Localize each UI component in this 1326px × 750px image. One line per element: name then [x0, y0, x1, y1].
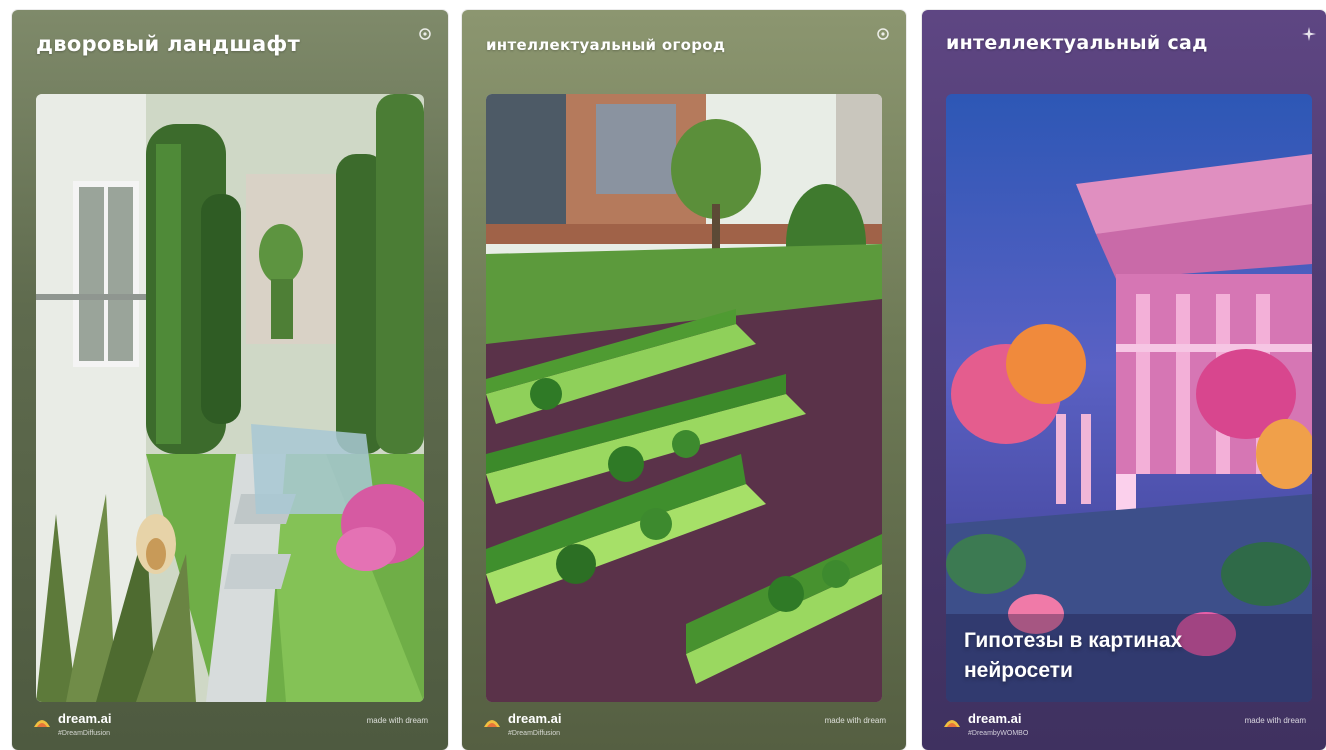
- overlay-caption: Гипотезы в картинах нейросети: [964, 626, 1182, 686]
- sparkle-icon: [1302, 26, 1316, 41]
- dream-logo-icon: [32, 714, 52, 728]
- generated-image-backyard[interactable]: [36, 94, 424, 702]
- sparkle-icon: [876, 26, 890, 40]
- card-title: интеллектуальный огород: [486, 36, 726, 54]
- card-smart-garden[interactable]: интеллектуальный сад Гипотезы в картинах…: [922, 10, 1326, 750]
- generated-image-vegetable-garden[interactable]: [486, 94, 882, 702]
- card-title: дворовый ландшафт: [36, 32, 301, 56]
- card-smart-vegetable-garden[interactable]: интеллектуальный огород dream.ai #DreamD…: [462, 10, 906, 750]
- dream-logo-icon: [482, 714, 502, 728]
- card-title: интеллектуальный сад: [946, 32, 1208, 54]
- card-footer: dream.ai #DreamDiffusion made with dream: [32, 710, 428, 744]
- made-with-label: made with dream: [1244, 716, 1306, 725]
- dream-logo-icon: [942, 714, 962, 728]
- caption-line-1: Гипотезы в картинах: [964, 629, 1183, 652]
- brand-hashtag: #DreamDiffusion: [58, 730, 111, 737]
- brand-name: dream.ai: [968, 711, 1022, 726]
- card-backyard-landscape[interactable]: дворовый ландшафт dream.ai #DreamDiffusi…: [12, 10, 448, 750]
- generated-image-fantasy-garden[interactable]: Гипотезы в картинах нейросети: [946, 94, 1312, 702]
- made-with-label: made with dream: [366, 716, 428, 725]
- caption-line-2: нейросети: [964, 659, 1073, 682]
- brand-hashtag: #DreambyWOMBO: [968, 730, 1029, 737]
- card-footer: dream.ai #DreambyWOMBO made with dream: [942, 710, 1306, 744]
- brand-hashtag: #DreamDiffusion: [508, 730, 561, 737]
- card-footer: dream.ai #DreamDiffusion made with dream: [482, 710, 886, 744]
- brand-name: dream.ai: [508, 711, 562, 726]
- sparkle-icon: [418, 26, 432, 40]
- made-with-label: made with dream: [824, 716, 886, 725]
- brand-name: dream.ai: [58, 711, 112, 726]
